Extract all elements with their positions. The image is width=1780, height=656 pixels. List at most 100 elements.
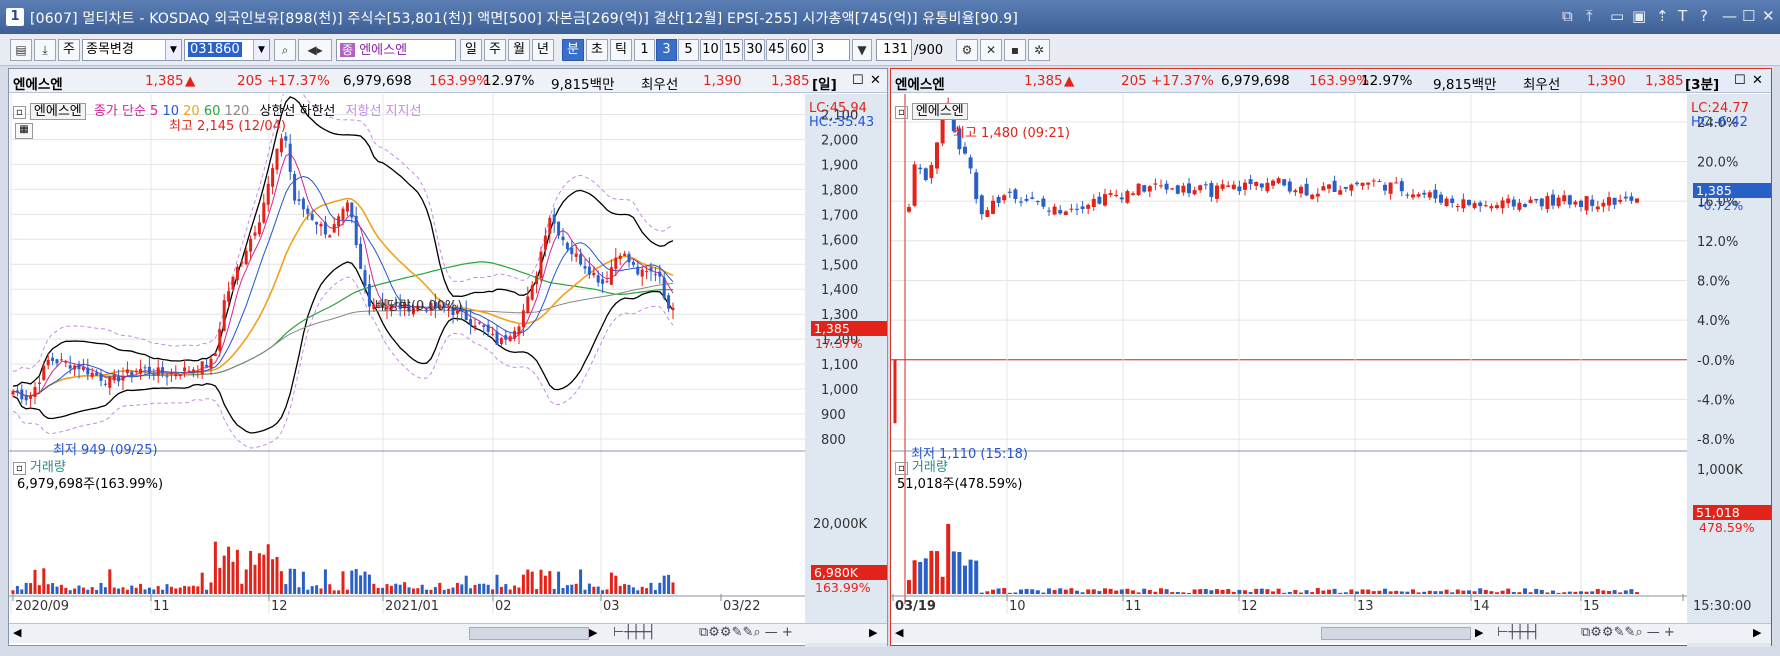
interval-button-1[interactable]: 1 bbox=[634, 39, 655, 61]
period-button-2[interactable]: 월 bbox=[508, 39, 530, 61]
volume-bar bbox=[1416, 592, 1421, 594]
search-icon[interactable]: ⌕ bbox=[274, 39, 296, 61]
close-icon[interactable]: ✕ bbox=[1752, 73, 1763, 88]
volume-bar bbox=[389, 585, 393, 594]
download-icon[interactable]: ⤓ bbox=[34, 39, 56, 61]
right-legend: ▫ 엔에스엔 bbox=[895, 100, 968, 120]
candle-body bbox=[297, 199, 301, 201]
chart-tools-icon[interactable]: ⧉⚙⚙✎✎⌕ — + bbox=[1581, 625, 1675, 640]
candle-body bbox=[257, 222, 261, 235]
layout-icon[interactable]: ▤ bbox=[10, 39, 32, 61]
volume-bar bbox=[460, 584, 464, 594]
maximize-icon[interactable]: ☐ bbox=[1734, 73, 1746, 88]
settings-icon[interactable]: ✲ bbox=[1028, 39, 1050, 61]
candle-body bbox=[623, 253, 627, 256]
collapse-icon[interactable]: ▫ bbox=[895, 106, 908, 119]
volume-bar bbox=[367, 574, 371, 594]
table-icon[interactable]: ▦ bbox=[15, 123, 33, 139]
interval-button-5[interactable]: 5 bbox=[678, 39, 699, 61]
volume-bar bbox=[1517, 592, 1522, 594]
period-button-5[interactable]: 초 bbox=[586, 39, 608, 61]
candle-body bbox=[1086, 204, 1091, 209]
period-button-4[interactable]: 분 bbox=[562, 39, 584, 61]
stock-name-field[interactable]: 종 엔에스엔 bbox=[336, 39, 456, 61]
x-tick-label: 03/19 bbox=[895, 599, 936, 614]
volume-bar bbox=[557, 571, 561, 594]
zoom-slider-icon[interactable]: ⊢┼┼┼┤ bbox=[1497, 625, 1540, 640]
chart-tools-icon[interactable]: ⧉⚙⚙✎✎⌕ — + bbox=[699, 625, 793, 640]
volume-bar bbox=[1584, 591, 1589, 594]
scroll-left-icon[interactable]: ◀ bbox=[13, 626, 21, 639]
stock-change-select[interactable]: 종목변경 ▼ bbox=[82, 39, 182, 61]
left-scrollbar[interactable]: ◀ ▶ ⊢┼┼┼┤ ⧉⚙⚙✎✎⌕ — + ▶ bbox=[9, 623, 887, 643]
candle-body bbox=[912, 164, 917, 206]
lock-icon[interactable]: ▣ bbox=[1632, 7, 1646, 25]
volume-bar bbox=[86, 589, 90, 594]
cross-icon[interactable]: ✕ bbox=[980, 39, 1002, 61]
interval-button-30[interactable]: 30 bbox=[744, 39, 765, 61]
y-tick-label: 1,800 bbox=[821, 183, 858, 198]
scroll-right-icon[interactable]: ▶ bbox=[589, 626, 597, 639]
period-button-0[interactable]: 일 bbox=[460, 39, 482, 61]
scroll-end-icon[interactable]: ▶ bbox=[1753, 626, 1761, 639]
scroll-thumb[interactable] bbox=[1321, 627, 1471, 640]
main-button[interactable]: 주 bbox=[58, 39, 80, 61]
candle-body bbox=[1170, 188, 1175, 190]
indicator-icon[interactable]: ⚙ bbox=[956, 39, 978, 61]
close-icon[interactable]: ✕ bbox=[1762, 7, 1775, 25]
maximize-icon[interactable]: ☐ bbox=[1742, 7, 1755, 25]
scroll-left-icon[interactable]: ◀ bbox=[895, 626, 903, 639]
save-icon[interactable]: ▪ bbox=[1004, 39, 1026, 61]
candle-body bbox=[1360, 182, 1365, 186]
volume-bar bbox=[288, 568, 292, 594]
up-icon[interactable]: ⇡ bbox=[1656, 7, 1669, 25]
candle-body bbox=[1534, 198, 1539, 201]
interval-dropdown-icon[interactable]: ▼ bbox=[852, 39, 872, 61]
period-button-3[interactable]: 년 bbox=[532, 39, 554, 61]
stock-code-input[interactable]: 031860 ▼ bbox=[184, 39, 270, 61]
candle-body bbox=[1063, 211, 1068, 216]
count-input[interactable]: 131 bbox=[876, 39, 912, 61]
zoom-slider-icon[interactable]: ⊢┼┼┼┤ bbox=[613, 625, 656, 640]
volume-bar bbox=[301, 571, 305, 594]
restore-layout-icon[interactable]: ⧉ bbox=[1562, 7, 1573, 25]
legend-stock[interactable]: 엔에스엔 bbox=[911, 103, 968, 120]
left-candle-chart[interactable]: 2,1002,0001,9001,8001,7001,6001,5001,400… bbox=[9, 94, 889, 647]
interval-button-45[interactable]: 45 bbox=[766, 39, 787, 61]
candle-body bbox=[1394, 182, 1399, 184]
period-button-1[interactable]: 주 bbox=[484, 39, 506, 61]
candle-body bbox=[574, 253, 578, 257]
right-scrollbar[interactable]: ◀ ▶ ⊢┼┼┼┤ ⧉⚙⚙✎✎⌕ — + ▶ bbox=[891, 623, 1771, 643]
right-chart-panel: 엔에스엔 1,385 ▲ 205 +17.37% 6,979,698 163.9… bbox=[890, 68, 1773, 647]
pin-icon[interactable]: ⤒ bbox=[1586, 7, 1593, 25]
minimize-icon[interactable]: — bbox=[1722, 7, 1737, 25]
interval-button-60[interactable]: 60 bbox=[788, 39, 809, 61]
interval-input[interactable]: 3 bbox=[812, 39, 850, 61]
candle-body bbox=[1299, 186, 1303, 194]
close-icon[interactable]: ✕ bbox=[870, 73, 881, 88]
collapse-icon[interactable]: ▫ bbox=[13, 106, 26, 119]
window-icon[interactable]: ▭ bbox=[1610, 7, 1624, 25]
scroll-thumb[interactable] bbox=[469, 627, 589, 640]
maximize-icon[interactable]: ☐ bbox=[852, 73, 864, 88]
interval-button-15[interactable]: 15 bbox=[722, 39, 743, 61]
help-icon[interactable]: ? bbox=[1700, 7, 1708, 25]
scroll-right-icon[interactable]: ▶ bbox=[1475, 626, 1483, 639]
right-candle-chart[interactable]: 24.0%20.0%16.0%12.0%8.0%4.0%-0.0%-4.0%-8… bbox=[891, 94, 1773, 647]
text-icon[interactable]: T bbox=[1678, 7, 1687, 25]
candle-body bbox=[354, 216, 358, 246]
volume-bar bbox=[1209, 590, 1214, 594]
speaker-icon[interactable]: ◀▸ bbox=[298, 39, 332, 61]
interval-value: 3 bbox=[816, 42, 825, 57]
candle-body bbox=[929, 165, 934, 179]
volume-bar bbox=[596, 586, 600, 594]
interval-button-10[interactable]: 10 bbox=[700, 39, 721, 61]
volume-bar bbox=[73, 588, 77, 594]
volume-bar bbox=[1511, 592, 1516, 594]
volume-bar bbox=[108, 569, 112, 594]
candle-body bbox=[319, 223, 323, 227]
scroll-end-icon[interactable]: ▶ bbox=[869, 626, 877, 639]
legend-stock[interactable]: 엔에스엔 bbox=[29, 103, 86, 120]
interval-button-3[interactable]: 3 bbox=[656, 39, 677, 61]
period-button-6[interactable]: 틱 bbox=[610, 39, 632, 61]
